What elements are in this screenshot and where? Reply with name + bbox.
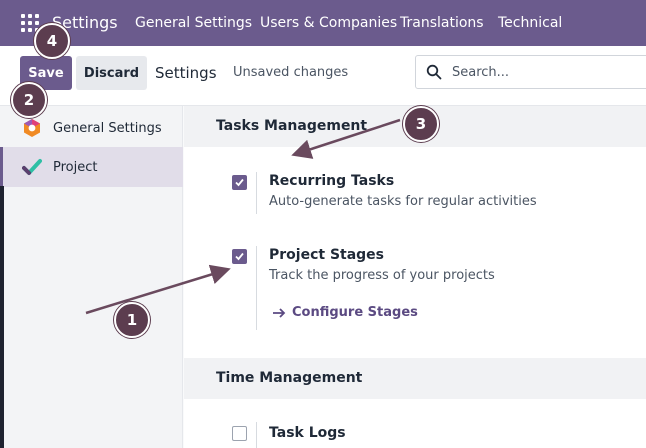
unsaved-status: Unsaved changes [233,65,349,80]
setting-divider [256,422,257,448]
menu-users-companies[interactable]: Users & Companies [260,15,397,31]
configure-stages-link[interactable]: Configure Stages [272,305,418,320]
section-title: Tasks Management [216,118,368,134]
control-panel: Save Discard Settings Unsaved changes [0,46,646,106]
search-box[interactable] [415,55,646,89]
check-icon [235,252,244,261]
setting-description: Track the progress of your projects [269,268,495,283]
project-stages-checkbox[interactable] [232,249,247,264]
arrow-right-icon [273,307,286,318]
task-logs-checkbox[interactable] [232,426,247,441]
setting-title: Task Logs [269,425,346,441]
setting-title: Recurring Tasks [269,173,395,189]
setting-description: Auto-generate tasks for regular activiti… [269,194,537,209]
setting-divider [256,172,257,214]
settings-content: Tasks Management Recurring Tasks Auto-ge… [184,106,646,448]
window-edge [0,186,4,448]
check-icon [235,178,244,187]
configure-stages-label: Configure Stages [292,305,418,320]
menu-technical[interactable]: Technical [498,15,562,31]
sidebar-item-label: Project [53,159,98,175]
odoo-hexagon-icon [24,119,40,137]
setting-divider [256,246,257,330]
menu-general-settings[interactable]: General Settings [135,15,252,31]
annotation-badge-4: 4 [34,23,70,59]
annotation-badge-2: 2 [11,82,47,118]
section-header-time: Time Management [184,358,646,399]
settings-sidebar: General Settings Project [0,106,183,448]
menu-translations[interactable]: Translations [400,15,484,31]
recurring-tasks-checkbox[interactable] [232,175,247,190]
apps-grid-icon[interactable] [21,14,39,32]
sidebar-item-label: General Settings [53,120,162,136]
sidebar-item-project[interactable]: Project [0,147,183,187]
discard-button[interactable]: Discard [76,56,147,90]
annotation-badge-3: 3 [403,106,439,142]
setting-title: Project Stages [269,247,385,263]
search-icon [426,64,442,80]
annotation-badge-1: 1 [114,302,150,338]
section-title: Time Management [216,370,363,386]
project-check-icon [22,159,42,175]
search-input[interactable] [452,56,642,88]
page-title: Settings [155,64,217,82]
top-navbar: Settings General Settings Users & Compan… [0,0,646,46]
